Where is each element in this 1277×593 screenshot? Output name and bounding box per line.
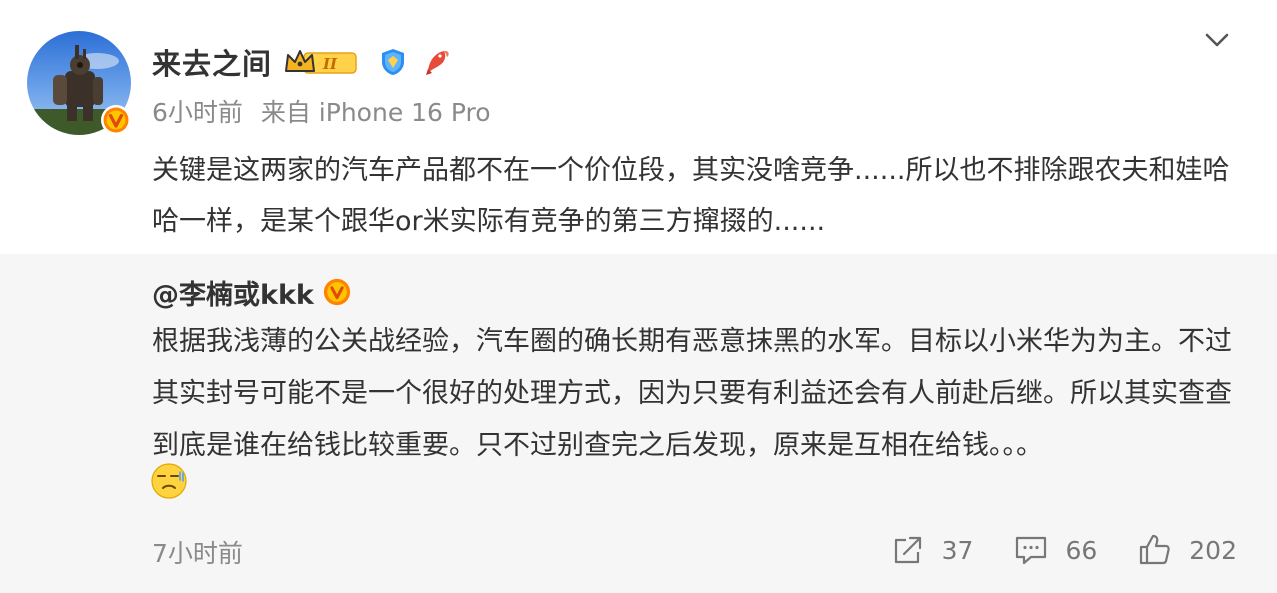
post-meta: 6小时前 来自 iPhone 16 Pro	[152, 93, 491, 129]
post-time[interactable]: 6小时前	[152, 98, 243, 127]
action-bar: 37 66 202	[850, 532, 1237, 568]
author-row: 来去之间 II	[152, 41, 452, 83]
post-source: 来自 iPhone 16 Pro	[260, 98, 491, 127]
repost-count: 37	[941, 535, 974, 565]
comment-button[interactable]: 66	[1013, 532, 1097, 568]
repost-icon	[894, 536, 921, 564]
crown-level-badge-icon[interactable]: II	[284, 47, 358, 77]
quote-author-name[interactable]: @李楠或kkk	[152, 273, 314, 312]
verified-v-icon	[323, 278, 350, 306]
verified-v-icon	[101, 105, 131, 135]
koi-fish-badge-icon[interactable]	[422, 47, 452, 77]
quoted-post[interactable]: @李楠或kkk 根据我浅薄的公关战经验，汽车圈的确长期有恶意抹黑的水军。目标以小…	[0, 254, 1277, 593]
awkward-face-emoji-icon	[151, 463, 187, 499]
level-label: II	[322, 55, 338, 73]
quote-author-row: @李楠或kkk	[152, 272, 352, 312]
quote-time[interactable]: 7小时前	[152, 534, 243, 570]
shield-badge-icon[interactable]	[378, 47, 408, 77]
chevron-down-icon[interactable]	[1203, 26, 1231, 54]
author-name[interactable]: 来去之间	[152, 41, 272, 83]
thumbs-up-icon	[1140, 534, 1170, 565]
quote-text: 根据我浅薄的公关战经验，汽车圈的确长期有恶意抹黑的水军。目标以小米华为为主。不过…	[152, 326, 1232, 461]
post-text: 关键是这两家的汽车产品都不在一个价位段，其实没啥竞争......所以也不排除跟农…	[152, 155, 1230, 237]
comment-icon	[1016, 536, 1047, 565]
like-count: 202	[1189, 535, 1237, 565]
like-button[interactable]: 202	[1137, 532, 1237, 568]
repost-button[interactable]: 37	[890, 532, 974, 568]
comment-count: 66	[1065, 535, 1098, 565]
weibo-post-card: 来去之间 II 6小时前 来自 iPhone 16 Pro 关键是这两家的汽车产…	[0, 0, 1277, 593]
author-avatar[interactable]	[27, 31, 131, 135]
